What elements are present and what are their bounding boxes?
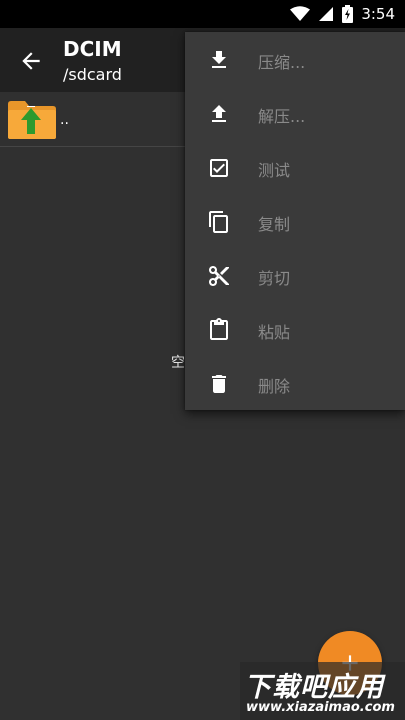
watermark: 下载吧应用 www.xiazaimao.com	[240, 662, 405, 720]
upload-icon	[212, 105, 226, 122]
menu-item-extract[interactable]: 解压...	[185, 87, 405, 141]
menu-item-copy[interactable]: 复制	[185, 195, 405, 249]
menu-item-label: 复制	[258, 215, 291, 234]
menu-item-label: 测试	[258, 161, 291, 180]
scissors-icon	[209, 266, 229, 286]
wifi-icon	[290, 6, 311, 21]
app-screen: 3:54 DCIM /sdcard .. 空 压缩... 解压... 测试 复制…	[0, 0, 405, 720]
check-box-icon	[210, 159, 228, 177]
watermark-url: www.xiazaimao.com	[246, 700, 395, 715]
menu-item-compress[interactable]: 压缩...	[185, 33, 405, 87]
menu-item-cut[interactable]: 剪切	[185, 249, 405, 303]
trash-icon	[212, 375, 226, 393]
status-icons: 3:54	[290, 4, 395, 24]
download-icon	[212, 51, 226, 68]
copy-icon	[209, 211, 228, 233]
clipboard-icon	[210, 318, 228, 340]
signal-icon	[319, 7, 334, 21]
menu-item-paste[interactable]: 粘贴	[185, 303, 405, 357]
folder-up-icon	[8, 101, 56, 139]
menu-item-test[interactable]: 测试	[185, 141, 405, 195]
menu-item-label: 解压...	[258, 107, 306, 126]
menu-item-label: 剪切	[258, 269, 291, 288]
status-bar: 3:54	[0, 0, 405, 28]
watermark-text: 下载吧应用	[244, 672, 384, 703]
empty-folder-text: 空	[171, 355, 185, 371]
menu-item-label: 删除	[258, 377, 291, 396]
page-title: DCIM	[63, 37, 122, 61]
arrow-back-icon[interactable]	[18, 48, 44, 74]
parent-directory-label: ..	[60, 112, 69, 128]
menu-item-delete[interactable]: 删除	[185, 357, 405, 411]
menu-item-label: 压缩...	[258, 53, 306, 72]
status-time: 3:54	[361, 5, 395, 23]
context-menu: 压缩... 解压... 测试 复制 剪切 粘贴 删除	[185, 32, 405, 410]
menu-item-label: 粘贴	[258, 323, 291, 342]
page-subtitle: /sdcard	[63, 65, 122, 84]
battery-charging-icon	[342, 5, 354, 23]
